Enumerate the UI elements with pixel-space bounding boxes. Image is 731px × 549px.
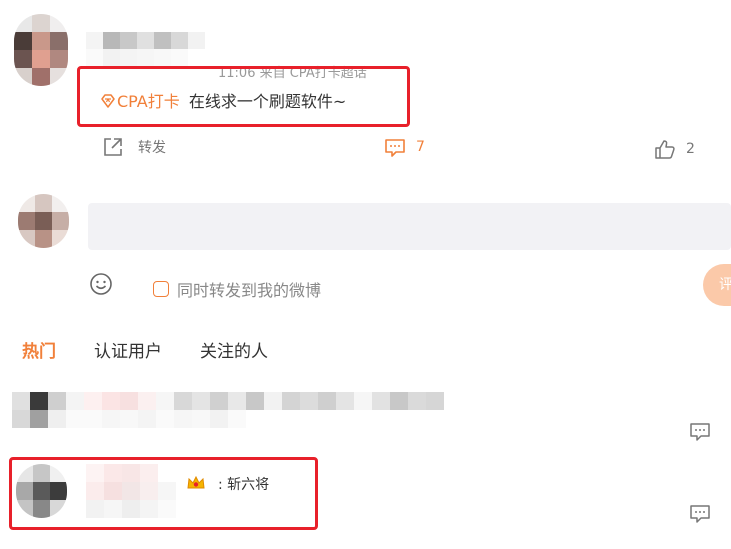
thumb-up-icon: [654, 138, 676, 160]
comment-text-blurred: [84, 392, 444, 428]
smile-icon[interactable]: [89, 272, 113, 296]
super-topic-icon: [101, 94, 115, 108]
submit-comment-button[interactable]: 评: [703, 264, 731, 306]
repost-to-weibo-checkbox[interactable]: 同时转发到我的微博: [153, 277, 321, 301]
comments-button[interactable]: 7: [384, 136, 425, 158]
comment-sort-tabs: 热门 认证用户 关注的人: [22, 337, 306, 362]
comment-input[interactable]: [88, 203, 731, 250]
super-topic-link[interactable]: CPA打卡: [100, 92, 185, 111]
post-author-avatar[interactable]: [14, 14, 68, 86]
comment-avatar[interactable]: [16, 464, 67, 518]
tab-following[interactable]: 关注的人: [200, 337, 268, 362]
reply-comment-icon[interactable]: [689, 503, 711, 525]
repost-label: 转发: [138, 140, 166, 156]
comments-count: 7: [416, 139, 425, 155]
comment-author-name: : 斩六将: [218, 477, 270, 493]
super-topic-label: CPA打卡: [117, 92, 180, 111]
comment-author-text: 斩六将: [227, 477, 270, 493]
post-content: CPA打卡 在线求一个刷题软件~: [100, 88, 346, 112]
share-out-icon: [102, 136, 124, 158]
comment-icon: [384, 136, 406, 158]
post-body-text: 在线求一个刷题软件~: [188, 92, 347, 111]
likes-count: 2: [686, 141, 695, 157]
comment-avatar[interactable]: [12, 392, 84, 428]
like-button[interactable]: 2: [654, 138, 695, 160]
comment-author-blurred[interactable]: [86, 464, 176, 518]
checkbox-box[interactable]: [153, 281, 169, 297]
my-avatar: [18, 194, 69, 248]
tab-verified-users[interactable]: 认证用户: [94, 337, 162, 362]
repost-button[interactable]: 转发: [102, 136, 166, 158]
reply-comment-icon[interactable]: [689, 421, 711, 443]
repost-checkbox-label: 同时转发到我的微博: [177, 281, 322, 300]
crown-icon: [187, 475, 205, 489]
tab-hot[interactable]: 热门: [22, 337, 56, 362]
post-author-name[interactable]: [86, 32, 205, 66]
